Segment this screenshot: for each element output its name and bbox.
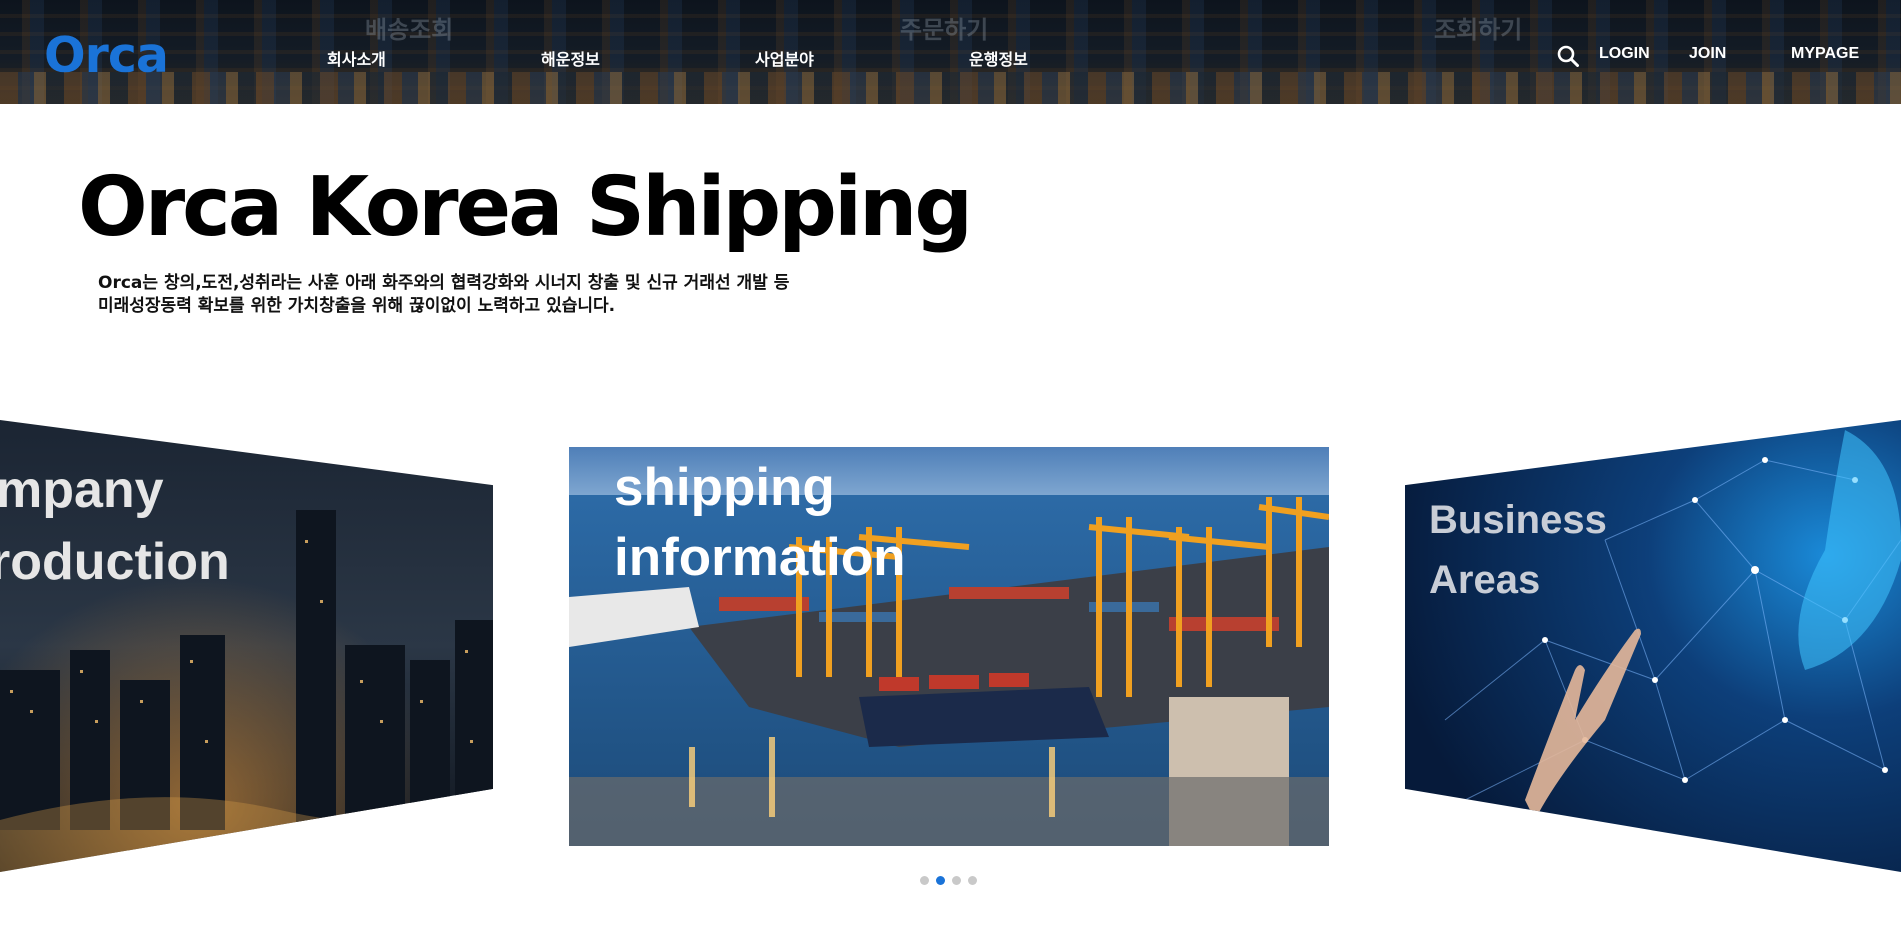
login-link[interactable]: LOGIN	[1599, 45, 1650, 63]
digital-network-image	[1405, 420, 1901, 872]
hero-title: Orca Korea Shipping	[78, 160, 973, 255]
site-header: 배송조회 주문하기 조회하기 Orca 회사소개 해운정보 사업분야 운행정보 …	[0, 0, 1901, 104]
slide-business-areas[interactable]: Business Areas	[1405, 420, 1901, 872]
hero-description: Orca는 창의,도전,성취라는 사훈 아래 화주와의 협력강화와 시너지 창출…	[98, 272, 789, 318]
mypage-link[interactable]: MYPAGE	[1791, 45, 1859, 63]
slide-left-title-line-2: roduction	[0, 533, 230, 591]
pagination-dot-3[interactable]	[952, 876, 961, 885]
nav-company-intro[interactable]: 회사소개	[327, 46, 386, 70]
slide-right-title-line-2: Areas	[1429, 558, 1541, 602]
hero-description-line-2: 미래성장동력 확보를 위한 가치창출을 위해 끊이없이 노력하고 있습니다.	[98, 296, 616, 316]
join-link[interactable]: JOIN	[1689, 45, 1726, 63]
site-logo[interactable]: Orca	[44, 26, 169, 86]
slide-center-title-line-2: information	[614, 528, 906, 587]
ghost-label-inquiry: 조회하기	[1434, 16, 1523, 44]
slide-shipping-information[interactable]: shipping information	[569, 447, 1329, 846]
slide-left-title-line-1: mpany	[0, 461, 164, 519]
pagination-dot-1[interactable]	[920, 876, 929, 885]
ghost-label-delivery: 배송조회	[365, 16, 454, 44]
slide-right-title-line-1: Business	[1429, 498, 1607, 542]
hero-description-line-1: Orca는 창의,도전,성취라는 사훈 아래 화주와의 협력강화와 시너지 창출…	[98, 273, 790, 293]
pagination-dot-4[interactable]	[968, 876, 977, 885]
pagination-dot-2[interactable]	[936, 876, 945, 885]
nav-operation-info[interactable]: 운행정보	[969, 46, 1028, 70]
slide-company-introduction[interactable]: mpany roduction	[0, 420, 493, 872]
nav-shipping-info[interactable]: 해운정보	[541, 46, 600, 70]
ghost-label-order: 주문하기	[900, 16, 989, 44]
nav-business-areas[interactable]: 사업분야	[755, 46, 814, 70]
slide-center-title-line-1: shipping	[614, 458, 835, 517]
search-icon[interactable]	[1557, 45, 1579, 67]
